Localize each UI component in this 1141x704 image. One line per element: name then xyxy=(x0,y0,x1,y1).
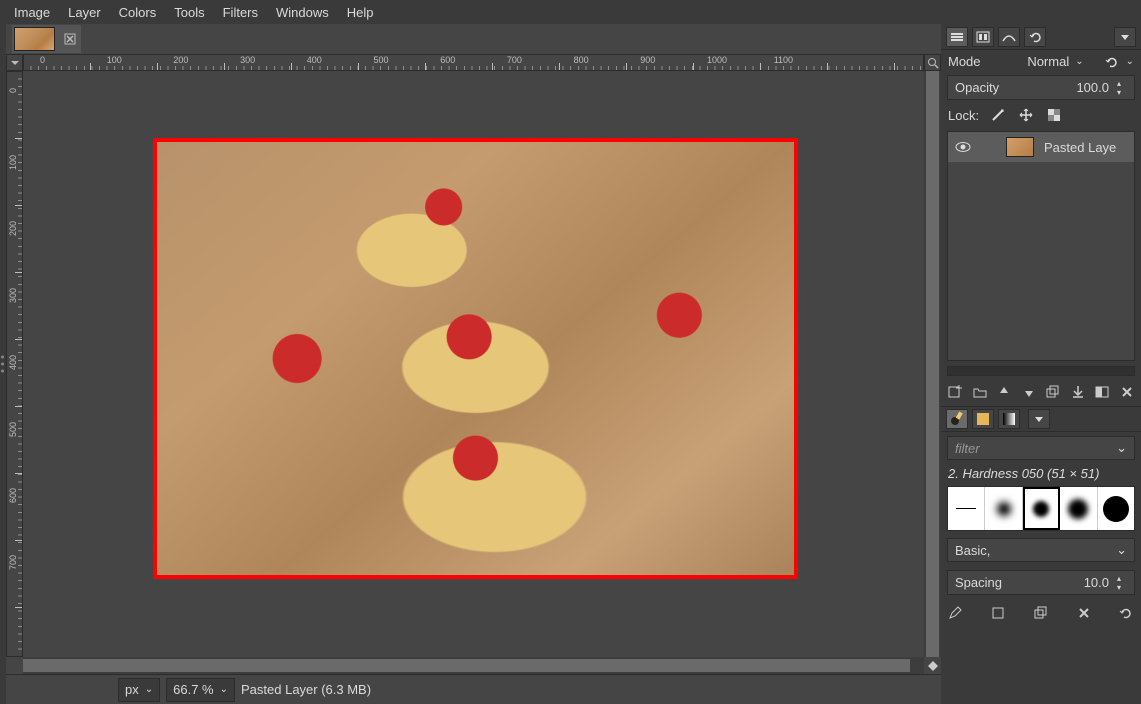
menu-image[interactable]: Image xyxy=(6,2,58,23)
vertical-scrollbar[interactable] xyxy=(924,71,941,657)
layers-scrollbar[interactable] xyxy=(947,366,1135,376)
menu-tools[interactable]: Tools xyxy=(166,2,212,23)
spacing-value: 10.0 xyxy=(1084,575,1109,590)
mode-value[interactable]: Normal xyxy=(1027,54,1069,69)
brush-grid[interactable] xyxy=(947,486,1135,531)
opacity-slider[interactable]: Opacity 100.0 ▴ ▾ xyxy=(947,75,1135,100)
brush-filter-input[interactable]: filter ⌄ xyxy=(947,436,1135,460)
lock-row: Lock: xyxy=(941,102,1141,128)
new-brush-button[interactable] xyxy=(988,603,1010,623)
spacing-decrease-button[interactable]: ▾ xyxy=(1113,583,1125,591)
opacity-decrease-button[interactable]: ▾ xyxy=(1113,88,1125,96)
refresh-brushes-button[interactable] xyxy=(1115,603,1137,623)
horizontal-scrollbar[interactable] xyxy=(23,657,924,674)
zoom-corner-icon[interactable] xyxy=(924,54,941,71)
gradients-tab[interactable] xyxy=(998,409,1020,429)
layers-tab[interactable] xyxy=(946,27,968,47)
unit-selector[interactable]: px ⌄ xyxy=(118,678,160,702)
dock-menu-button[interactable] xyxy=(1114,27,1136,47)
image-window: 010020030040050060070080090010001100 010… xyxy=(6,24,941,704)
menubar: Image Layer Colors Tools Filters Windows… xyxy=(0,0,1141,24)
spacing-slider[interactable]: Spacing 10.0 ▴ ▾ xyxy=(947,570,1135,595)
blend-mode-row: Mode Normal ⌄ ⌄ xyxy=(941,50,1141,73)
layer-item[interactable]: Pasted Laye xyxy=(948,132,1134,162)
navigation-preview-button[interactable] xyxy=(924,657,941,674)
right-dock: Mode Normal ⌄ ⌄ Opacity 100.0 ▴ ▾ Lock: xyxy=(941,24,1141,704)
lock-pixels-button[interactable] xyxy=(989,106,1007,124)
selected-brush-label: 2. Hardness 050 (51 × 51) xyxy=(941,464,1141,483)
image-tabstrip xyxy=(6,24,941,54)
chevron-down-icon: ⌄ xyxy=(145,684,153,695)
document-tab[interactable] xyxy=(12,25,81,53)
brush-preset-selector[interactable]: Basic, ⌄ xyxy=(947,538,1135,562)
chevron-down-icon[interactable]: ⌄ xyxy=(1126,56,1134,67)
status-layer-text: Pasted Layer (6.3 MB) xyxy=(241,682,371,697)
raise-layer-button[interactable] xyxy=(994,382,1015,402)
zoom-value: 66.7 % xyxy=(173,682,213,697)
close-document-button[interactable] xyxy=(61,30,79,48)
chevron-down-icon[interactable]: ⌄ xyxy=(1075,56,1083,67)
brush-item[interactable] xyxy=(1060,487,1097,530)
horizontal-ruler[interactable]: 010020030040050060070080090010001100 xyxy=(23,54,924,71)
chevron-down-icon: ⌄ xyxy=(1116,542,1127,558)
mask-button[interactable] xyxy=(1092,382,1113,402)
edit-brush-button[interactable] xyxy=(945,603,967,623)
menu-colors[interactable]: Colors xyxy=(111,2,165,23)
new-layer-group-button[interactable] xyxy=(970,382,991,402)
mode-label: Mode xyxy=(948,54,981,69)
unit-value: px xyxy=(125,682,139,697)
layers-dock-tabs xyxy=(941,24,1141,50)
brush-item[interactable] xyxy=(948,487,985,530)
merge-down-button[interactable] xyxy=(1068,382,1089,402)
lock-alpha-button[interactable] xyxy=(1045,106,1063,124)
image-content xyxy=(153,138,798,579)
menu-layer[interactable]: Layer xyxy=(60,2,109,23)
preset-value: Basic, xyxy=(955,543,990,558)
lower-layer-button[interactable] xyxy=(1019,382,1040,402)
mode-reset-button[interactable] xyxy=(1102,55,1120,69)
duplicate-layer-button[interactable] xyxy=(1043,382,1064,402)
patterns-tab[interactable] xyxy=(972,409,994,429)
new-layer-button[interactable] xyxy=(945,382,966,402)
canvas[interactable] xyxy=(23,71,924,657)
brush-buttons-row xyxy=(941,599,1141,627)
opacity-label: Opacity xyxy=(955,80,999,95)
chevron-down-icon: ⌄ xyxy=(1116,440,1127,456)
zoom-selector[interactable]: 66.7 % ⌄ xyxy=(166,678,235,702)
visibility-toggle[interactable] xyxy=(954,138,972,156)
chevron-down-icon: ⌄ xyxy=(220,684,228,695)
document-thumbnail xyxy=(14,27,55,51)
statusbar: px ⌄ 66.7 % ⌄ Pasted Layer (6.3 MB) xyxy=(6,674,941,704)
lock-position-button[interactable] xyxy=(1017,106,1035,124)
duplicate-brush-button[interactable] xyxy=(1030,603,1052,623)
brush-item[interactable] xyxy=(985,487,1022,530)
opacity-increase-button[interactable]: ▴ xyxy=(1113,79,1125,87)
opacity-value: 100.0 xyxy=(1076,80,1109,95)
ruler-origin-toggle[interactable] xyxy=(6,54,23,71)
menu-filters[interactable]: Filters xyxy=(215,2,266,23)
layer-buttons-row xyxy=(941,378,1141,406)
delete-layer-button[interactable] xyxy=(1117,382,1138,402)
filter-placeholder: filter xyxy=(955,441,980,456)
undo-history-tab[interactable] xyxy=(1024,27,1046,47)
delete-brush-button[interactable] xyxy=(1073,603,1095,623)
brush-item[interactable] xyxy=(1023,487,1060,530)
layer-list[interactable]: Pasted Laye xyxy=(947,131,1135,361)
layer-name[interactable]: Pasted Laye xyxy=(1044,140,1116,155)
brush-item[interactable] xyxy=(1098,487,1134,530)
brushes-dock-tabs xyxy=(941,406,1141,432)
dock-menu-button[interactable] xyxy=(1028,409,1050,429)
spacing-label: Spacing xyxy=(955,575,1002,590)
layer-thumbnail xyxy=(1006,137,1034,157)
lock-label: Lock: xyxy=(948,108,979,123)
brushes-tab[interactable] xyxy=(946,409,968,429)
vertical-ruler[interactable]: 0100200300400500600700 xyxy=(6,71,23,657)
menu-help[interactable]: Help xyxy=(339,2,382,23)
menu-windows[interactable]: Windows xyxy=(268,2,337,23)
spacing-increase-button[interactable]: ▴ xyxy=(1113,574,1125,582)
channels-tab[interactable] xyxy=(972,27,994,47)
paths-tab[interactable] xyxy=(998,27,1020,47)
